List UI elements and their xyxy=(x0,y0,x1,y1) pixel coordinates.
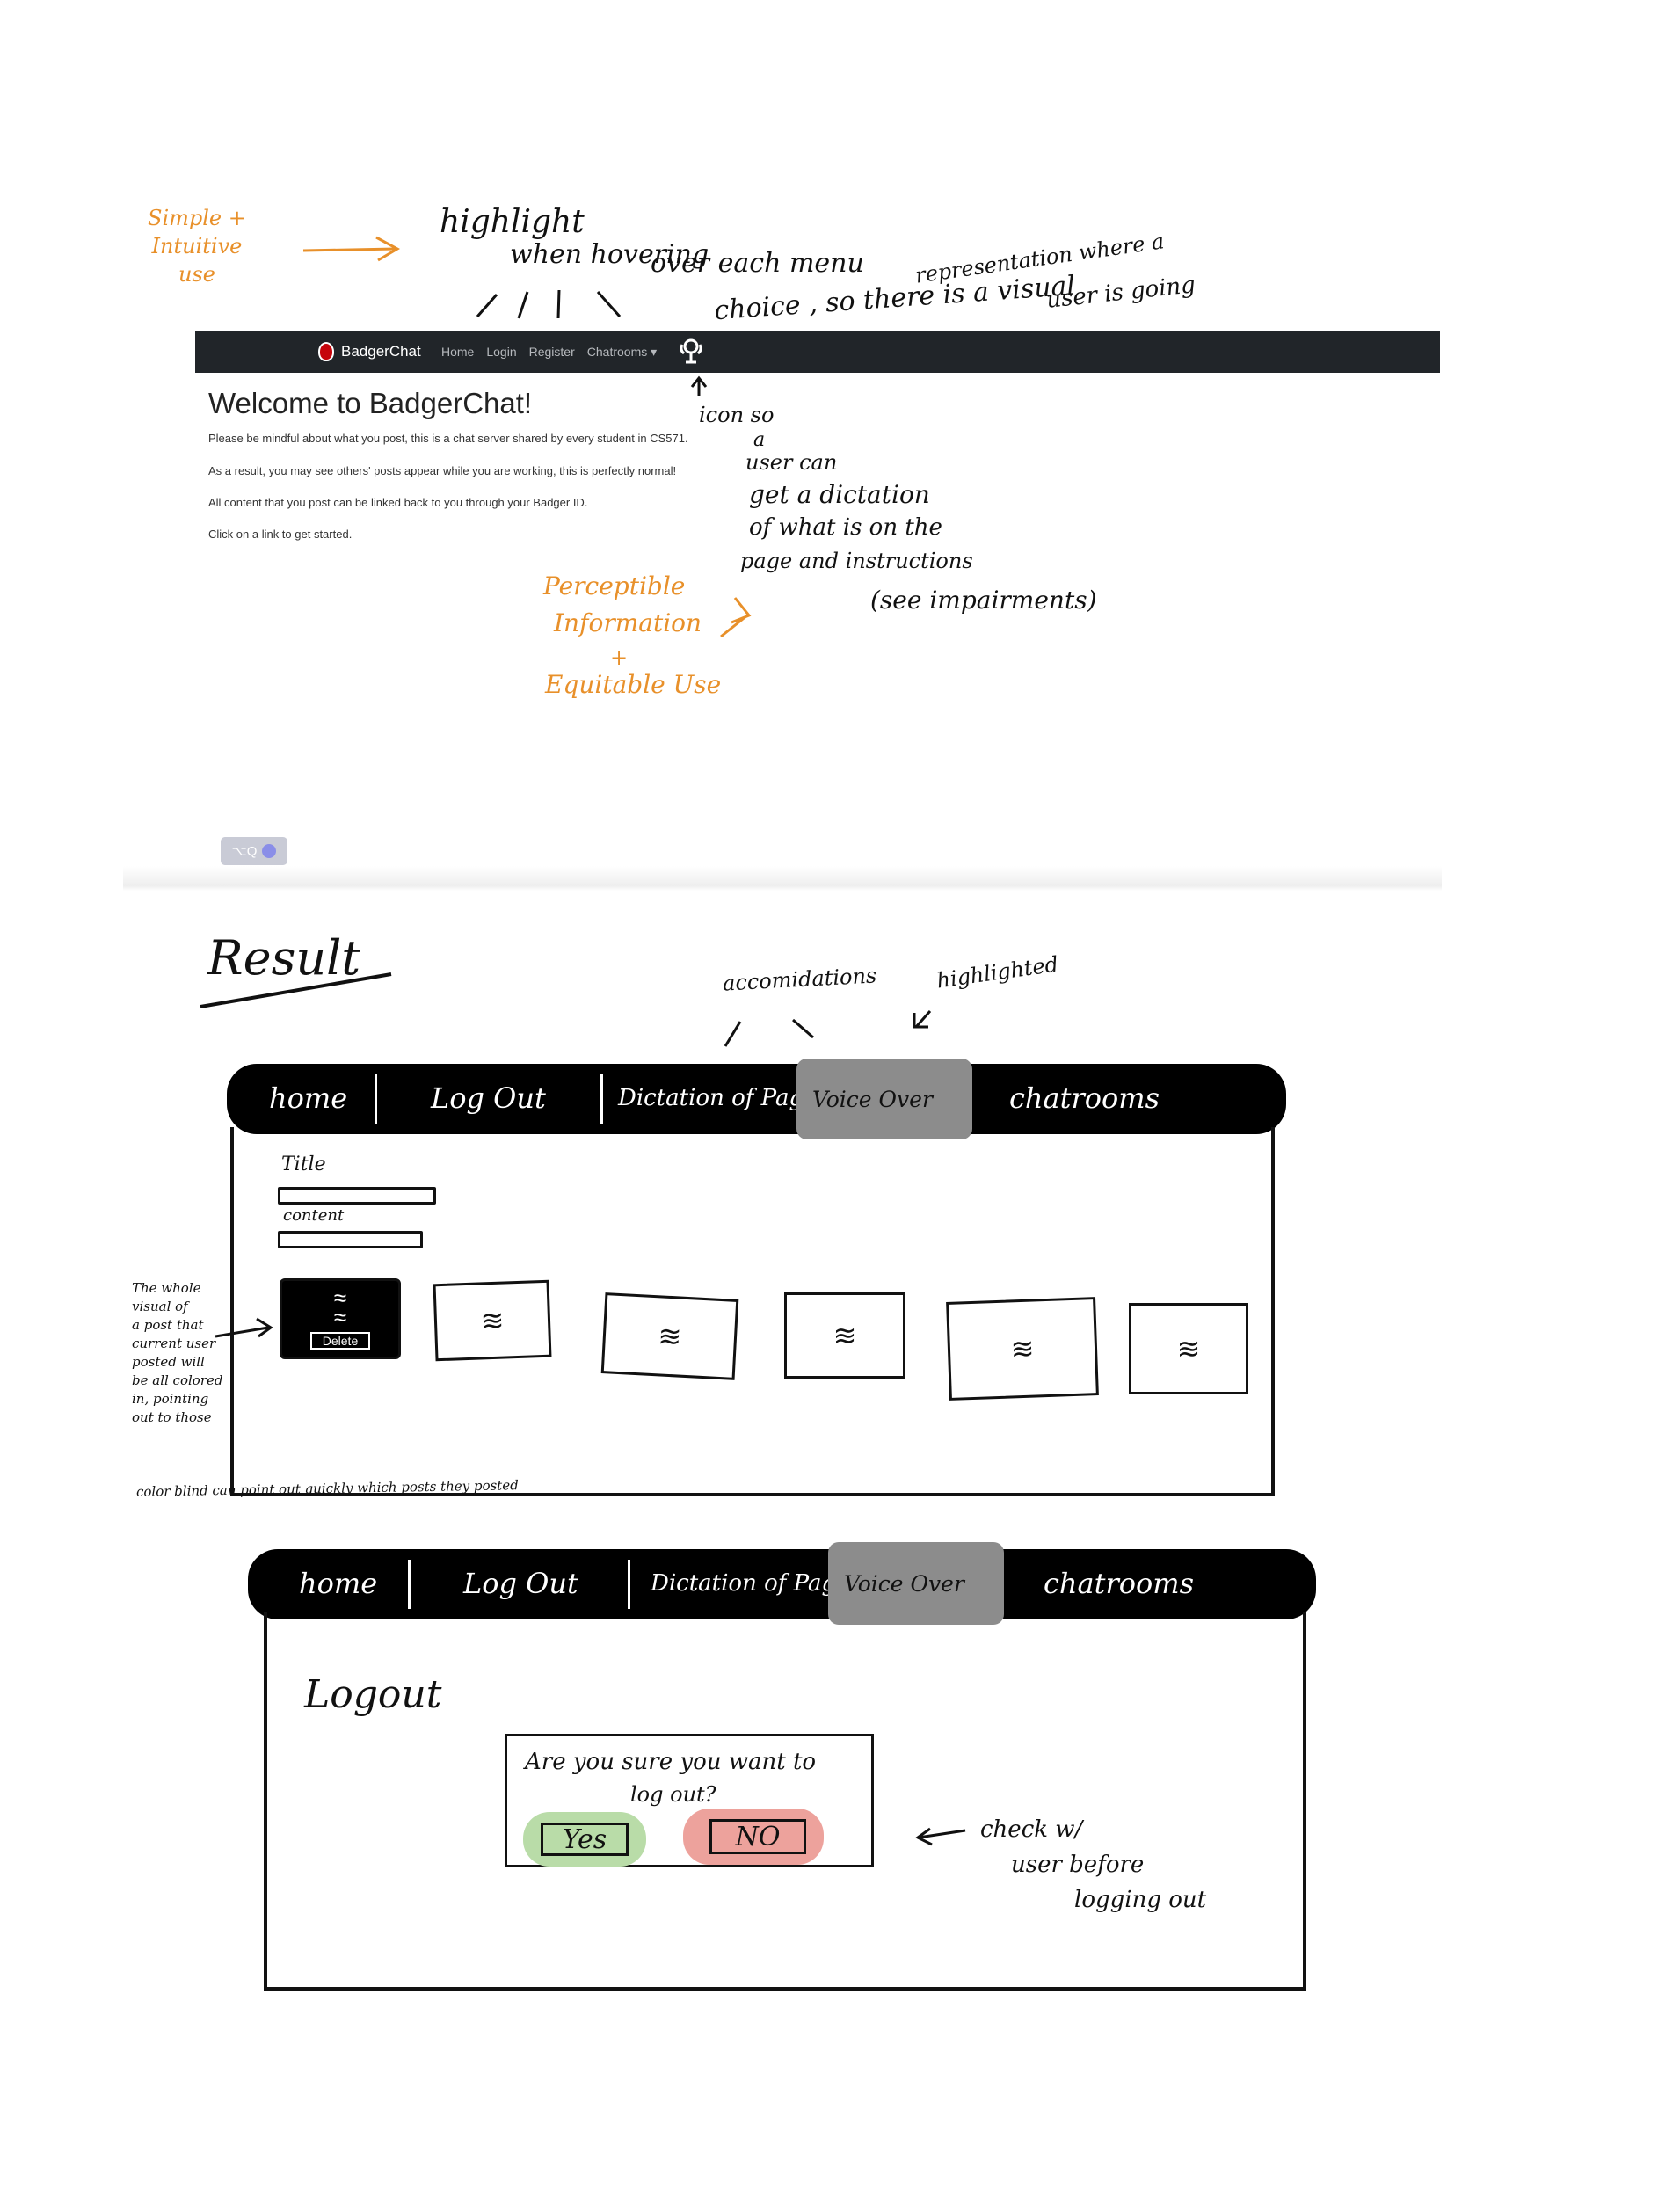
nav-register[interactable]: Register xyxy=(529,345,575,359)
nav-links: Home Login Register Chatrooms ▾ xyxy=(441,331,657,373)
sketch-nav-dictation[interactable]: Dictation of Page xyxy=(651,1570,850,1597)
yes-button-highlight: Yes xyxy=(523,1812,646,1867)
post-card: ≋ xyxy=(1129,1303,1248,1394)
nav-divider xyxy=(628,1560,630,1609)
sketch-nav-home[interactable]: home xyxy=(299,1567,377,1600)
sketch-nav-chatrooms[interactable]: chatrooms xyxy=(1044,1567,1194,1600)
confirm-question-cont: log out? xyxy=(630,1782,716,1807)
sketch-nav-home[interactable]: home xyxy=(269,1081,347,1115)
annotation-logging-out: logging out xyxy=(1074,1887,1207,1913)
annotation-whole-visual: The whole visual of a post that current … xyxy=(132,1280,223,1425)
content-label: content xyxy=(283,1206,345,1225)
sketch-nav-dictation[interactable]: Dictation of Page xyxy=(618,1085,818,1111)
annotation-user-before: user before xyxy=(1011,1852,1145,1878)
confirm-question: Are you sure you want to xyxy=(525,1749,817,1775)
annotation-page-instructions: page and instructions xyxy=(740,549,973,573)
annotation-over-each-menu: over each menu xyxy=(651,248,864,279)
yes-button[interactable]: Yes xyxy=(541,1823,629,1856)
delete-button[interactable]: Delete xyxy=(309,1332,371,1350)
annotation-plus: + xyxy=(610,645,629,670)
accessibility-voice-icon[interactable] xyxy=(677,338,705,366)
annotation-highlight: highlight xyxy=(440,204,585,240)
sketch-nav-chatrooms[interactable]: chatrooms xyxy=(1009,1081,1160,1115)
post-card: ≋ xyxy=(946,1297,1099,1401)
sketch-nav-logout[interactable]: Log Out xyxy=(463,1567,578,1600)
annotation-perceptible: Perceptible xyxy=(543,571,686,600)
annotation-information: Information xyxy=(554,608,702,637)
sketch-content-area-1: Title content ≈ ≈ Delete ≋ ≋ ≋ ≋ ≋ xyxy=(230,1127,1275,1496)
title-label: Title xyxy=(281,1154,326,1175)
result-heading: Result xyxy=(207,930,361,986)
nav-home[interactable]: Home xyxy=(441,345,474,359)
top-navbar: BadgerChat Home Login Register Chatrooms… xyxy=(195,331,1440,373)
annotation-a: a xyxy=(753,429,766,451)
title-input[interactable] xyxy=(278,1187,436,1205)
content-input[interactable] xyxy=(278,1231,423,1248)
screenshot-bottom-edge xyxy=(123,866,1442,891)
shortcut-label: ⌥Q xyxy=(231,844,258,859)
own-post-card: ≈ ≈ Delete xyxy=(280,1278,401,1359)
nav-divider xyxy=(375,1074,377,1124)
shortcut-badge[interactable]: ⌥Q xyxy=(221,837,287,865)
sketch-nav-2: home Log Out Dictation of Page Voice Ove… xyxy=(248,1542,1316,1625)
post-card: ≋ xyxy=(433,1279,552,1362)
intro-paragraph-1: Please be mindful about what you post, t… xyxy=(208,432,688,445)
nav-chatrooms-dropdown[interactable]: Chatrooms ▾ xyxy=(587,345,657,360)
annotation-see-impairments: (see impairments) xyxy=(870,586,1097,615)
intro-paragraph-2: As a result, you may see others' posts a… xyxy=(208,464,677,477)
sketch-nav-1: home Log Out Dictation of Page Voice Ove… xyxy=(227,1059,1286,1139)
intro-paragraph-3: All content that you post can be linked … xyxy=(208,496,588,509)
annotation-check-user: check w/ xyxy=(980,1816,1083,1843)
logout-heading: Logout xyxy=(304,1672,442,1717)
annotation-of-what: of what is on the xyxy=(749,514,942,541)
post-card: ≋ xyxy=(600,1292,739,1380)
badger-crest-icon xyxy=(318,342,334,361)
plus-icon xyxy=(262,844,277,858)
page-title: Welcome to BadgerChat! xyxy=(208,387,533,419)
post-card: ≋ xyxy=(784,1292,905,1379)
sketch-content-area-2: Logout Are you sure you want to log out?… xyxy=(264,1612,1306,1991)
annotation-equitable-use: Equitable Use xyxy=(545,670,722,699)
logout-confirm-dialog: Are you sure you want to log out? Yes NO xyxy=(505,1734,874,1867)
no-button[interactable]: NO xyxy=(709,1819,806,1854)
brand-name: BadgerChat xyxy=(341,343,421,360)
annotation-icon-so: icon so xyxy=(699,403,775,427)
no-button-highlight: NO xyxy=(683,1809,824,1865)
nav-divider xyxy=(600,1074,603,1124)
annotation-get-dictation: get a dictation xyxy=(749,480,930,509)
brand[interactable]: BadgerChat xyxy=(318,331,421,373)
nav-divider xyxy=(408,1560,411,1609)
nav-login[interactable]: Login xyxy=(486,345,516,359)
intro-paragraph-4: Click on a link to get started. xyxy=(208,528,353,541)
post-text-scribble: ≈ ≈ xyxy=(333,1285,347,1330)
annotation-user-can: user can xyxy=(745,450,838,475)
sketch-nav-logout[interactable]: Log Out xyxy=(431,1081,546,1115)
